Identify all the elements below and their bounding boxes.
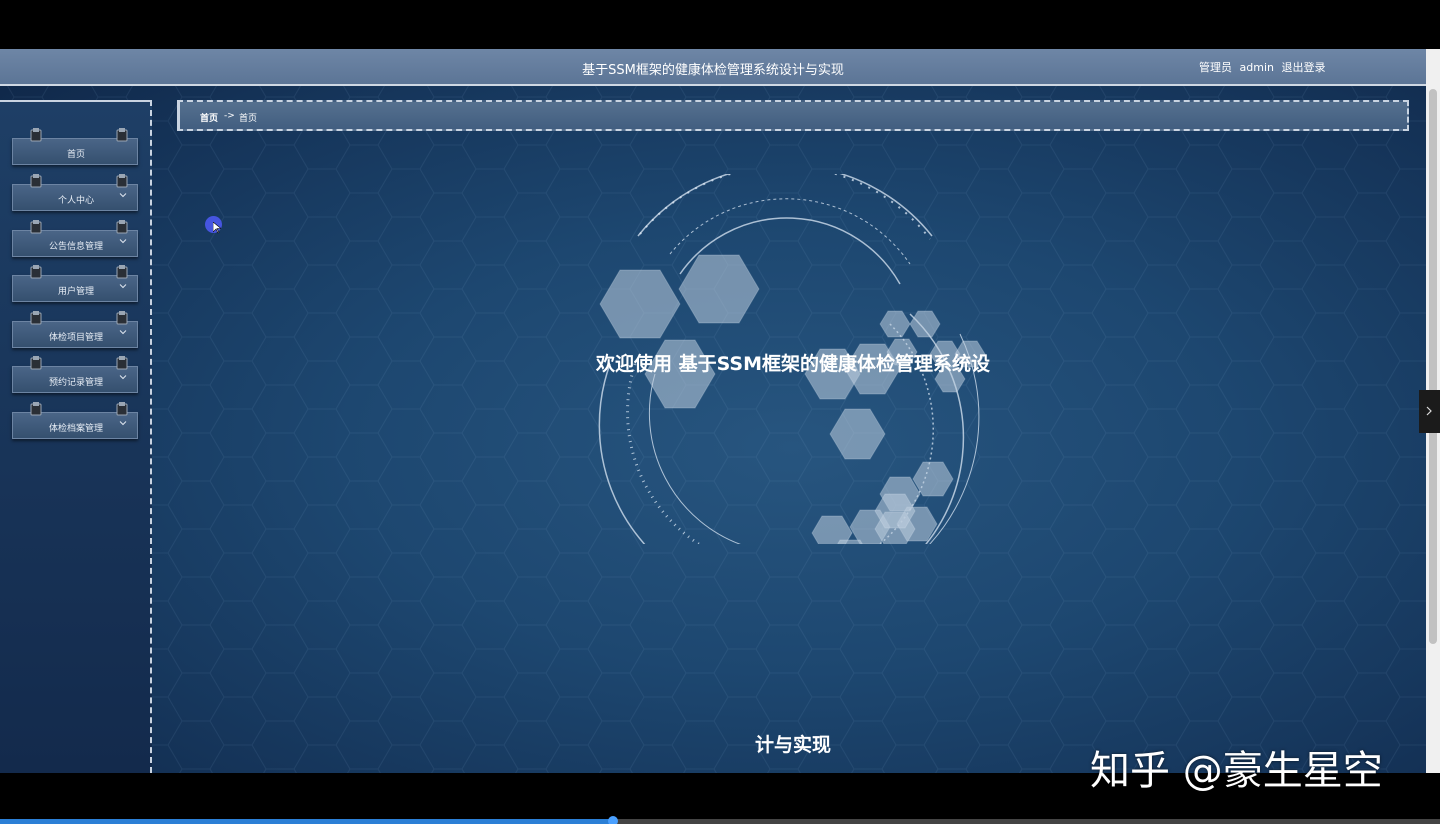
binder-clip-icon bbox=[116, 174, 128, 188]
binder-clip-icon bbox=[30, 356, 42, 370]
sidebar-item-appointment-management[interactable]: 预约记录管理 bbox=[12, 356, 138, 393]
binder-clip-icon bbox=[116, 402, 128, 416]
video-progress-knob[interactable] bbox=[608, 816, 619, 824]
chevron-down-icon bbox=[119, 193, 127, 198]
sidebar-item-user-management[interactable]: 用户管理 bbox=[12, 265, 138, 302]
chevron-right-icon bbox=[1426, 406, 1432, 416]
sidebar-menu: 首页 个人中心 公告信息管理 用户管理 体检项目管理 预约记录管理 体检档案管理 bbox=[0, 100, 152, 773]
binder-clip-icon bbox=[116, 311, 128, 325]
sidebar-item-exam-archive-management[interactable]: 体检档案管理 bbox=[12, 402, 138, 439]
chevron-down-icon bbox=[119, 239, 127, 244]
video-progress-bar[interactable] bbox=[0, 816, 1440, 824]
video-letterbox-top bbox=[0, 0, 1440, 49]
breadcrumb: 首页 -> 首页 bbox=[177, 100, 1409, 131]
binder-clip-icon bbox=[30, 174, 42, 188]
binder-clip-icon bbox=[116, 220, 128, 234]
username-label: admin bbox=[1239, 61, 1274, 74]
mouse-pointer-icon bbox=[213, 222, 221, 234]
user-role-label: 管理员 bbox=[1199, 61, 1232, 74]
binder-clip-icon bbox=[30, 402, 42, 416]
sidebar-item-label: 首页 bbox=[66, 150, 85, 160]
binder-clip-icon bbox=[30, 128, 42, 142]
app-window: 基于SSM框架的健康体检管理系统设计与实现 管理员 admin 退出登录 首页 … bbox=[0, 49, 1440, 773]
side-panel-toggle[interactable] bbox=[1419, 390, 1440, 433]
user-info: 管理员 admin 退出登录 bbox=[1199, 59, 1329, 75]
binder-clip-icon bbox=[30, 220, 42, 234]
scrollbar-thumb[interactable] bbox=[1429, 89, 1437, 644]
breadcrumb-home-link[interactable]: 首页 bbox=[200, 111, 218, 124]
chevron-down-icon bbox=[119, 330, 127, 335]
sidebar-item-exam-item-management[interactable]: 体检项目管理 bbox=[12, 311, 138, 348]
sidebar-item-notice-management[interactable]: 公告信息管理 bbox=[12, 220, 138, 257]
chevron-down-icon bbox=[119, 421, 127, 426]
sidebar-item-personal-center[interactable]: 个人中心 bbox=[12, 174, 138, 211]
logout-link[interactable]: 退出登录 bbox=[1281, 61, 1325, 74]
breadcrumb-current: 首页 bbox=[239, 114, 258, 124]
welcome-message: 欢迎使用 基于SSM框架的健康体检管理系统设 bbox=[595, 353, 991, 375]
binder-clip-icon bbox=[30, 311, 42, 325]
binder-clip-icon bbox=[116, 356, 128, 370]
chevron-down-icon bbox=[119, 284, 127, 289]
breadcrumb-separator: -> bbox=[224, 111, 235, 121]
watermark: 知乎 @豪生星空 bbox=[1090, 748, 1383, 794]
welcome-message-continued: 计与实现 bbox=[754, 734, 831, 756]
video-progress-fill bbox=[0, 819, 614, 824]
chevron-down-icon bbox=[119, 375, 127, 380]
binder-clip-icon bbox=[116, 265, 128, 279]
sidebar-item-home[interactable]: 首页 bbox=[12, 128, 138, 165]
binder-clip-icon bbox=[116, 128, 128, 142]
binder-clip-icon bbox=[30, 265, 42, 279]
top-header-bar: 基于SSM框架的健康体检管理系统设计与实现 管理员 admin 退出登录 bbox=[0, 49, 1426, 86]
